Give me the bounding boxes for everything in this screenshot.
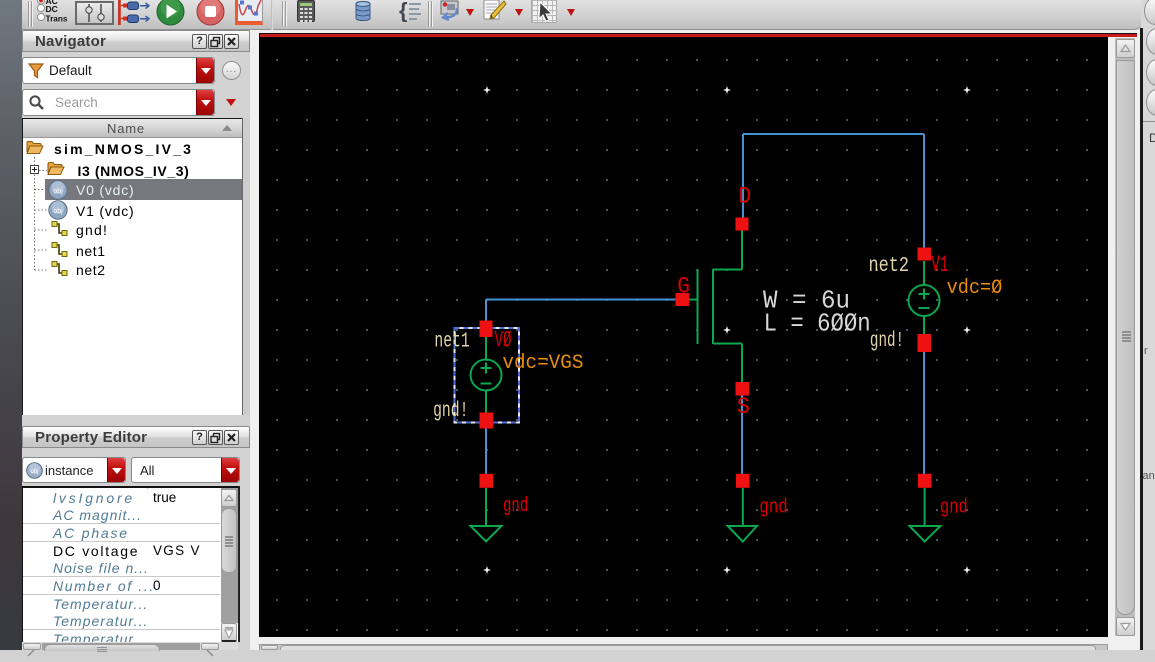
svg-text:obj: obj (30, 469, 38, 475)
svg-text:gnd: gnd (759, 496, 787, 519)
svg-text:gnd!: gnd! (433, 400, 468, 423)
svg-text:net2: net2 (869, 255, 910, 278)
svg-text:S: S (737, 394, 750, 420)
svg-text:gnd!: gnd! (870, 330, 904, 353)
svg-text:{: { (399, 0, 408, 22)
svg-text:gnd: gnd (503, 495, 528, 518)
svg-text:G: G (677, 274, 690, 300)
svg-text:L = 6ØØn: L = 6ØØn (764, 308, 871, 338)
svg-text:D: D (739, 184, 752, 210)
svg-text:net1: net1 (434, 331, 469, 354)
svg-text:vdc=VGS: vdc=VGS (502, 352, 583, 375)
svg-text:obj: obj (53, 208, 63, 215)
svg-text:obj: obj (53, 188, 63, 195)
svg-text:DC: DC (46, 4, 58, 14)
svg-text:gnd: gnd (940, 496, 968, 519)
svg-text:vdc=Ø: vdc=Ø (947, 277, 1003, 300)
svg-text:V1: V1 (931, 252, 948, 278)
svg-text:VØ: VØ (495, 328, 512, 354)
svg-text:Trans: Trans (46, 14, 68, 24)
